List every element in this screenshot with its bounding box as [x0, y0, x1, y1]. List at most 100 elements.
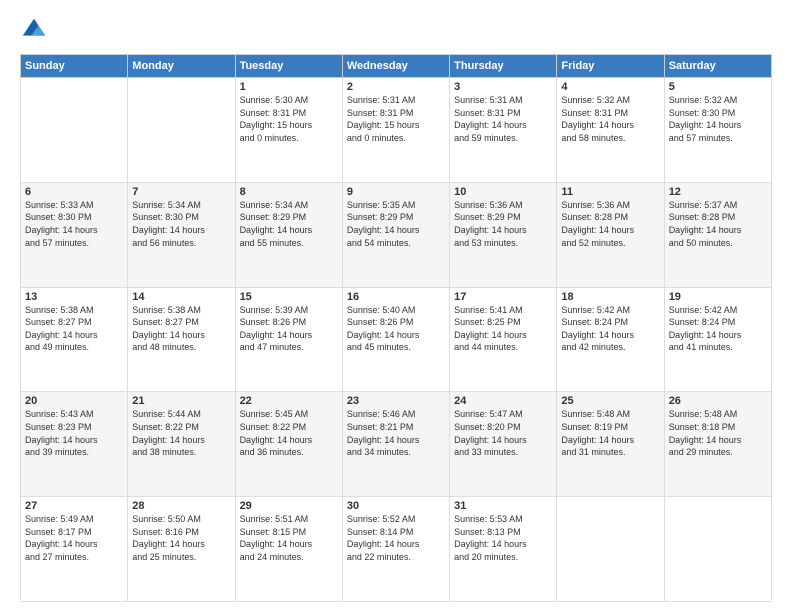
calendar-cell: 8Sunrise: 5:34 AMSunset: 8:29 PMDaylight…	[235, 182, 342, 287]
day-number: 1	[240, 81, 338, 93]
day-info: Sunrise: 5:42 AMSunset: 8:24 PMDaylight:…	[561, 304, 659, 354]
calendar-cell: 14Sunrise: 5:38 AMSunset: 8:27 PMDayligh…	[128, 287, 235, 392]
col-monday: Monday	[128, 55, 235, 78]
day-info: Sunrise: 5:42 AMSunset: 8:24 PMDaylight:…	[669, 304, 767, 354]
calendar-week-row: 6Sunrise: 5:33 AMSunset: 8:30 PMDaylight…	[21, 182, 772, 287]
day-number: 10	[454, 186, 552, 198]
day-number: 15	[240, 291, 338, 303]
day-number: 24	[454, 395, 552, 407]
col-tuesday: Tuesday	[235, 55, 342, 78]
col-thursday: Thursday	[450, 55, 557, 78]
day-number: 16	[347, 291, 445, 303]
col-saturday: Saturday	[664, 55, 771, 78]
day-info: Sunrise: 5:31 AMSunset: 8:31 PMDaylight:…	[347, 94, 445, 144]
calendar-cell: 24Sunrise: 5:47 AMSunset: 8:20 PMDayligh…	[450, 392, 557, 497]
col-friday: Friday	[557, 55, 664, 78]
calendar-cell: 28Sunrise: 5:50 AMSunset: 8:16 PMDayligh…	[128, 497, 235, 602]
calendar-cell: 11Sunrise: 5:36 AMSunset: 8:28 PMDayligh…	[557, 182, 664, 287]
day-number: 4	[561, 81, 659, 93]
day-info: Sunrise: 5:53 AMSunset: 8:13 PMDaylight:…	[454, 513, 552, 563]
calendar-cell: 22Sunrise: 5:45 AMSunset: 8:22 PMDayligh…	[235, 392, 342, 497]
day-info: Sunrise: 5:36 AMSunset: 8:28 PMDaylight:…	[561, 199, 659, 249]
day-info: Sunrise: 5:32 AMSunset: 8:31 PMDaylight:…	[561, 94, 659, 144]
calendar-cell: 29Sunrise: 5:51 AMSunset: 8:15 PMDayligh…	[235, 497, 342, 602]
calendar-cell	[128, 78, 235, 183]
day-info: Sunrise: 5:30 AMSunset: 8:31 PMDaylight:…	[240, 94, 338, 144]
calendar-cell: 30Sunrise: 5:52 AMSunset: 8:14 PMDayligh…	[342, 497, 449, 602]
day-info: Sunrise: 5:47 AMSunset: 8:20 PMDaylight:…	[454, 408, 552, 458]
day-info: Sunrise: 5:41 AMSunset: 8:25 PMDaylight:…	[454, 304, 552, 354]
day-info: Sunrise: 5:46 AMSunset: 8:21 PMDaylight:…	[347, 408, 445, 458]
day-number: 21	[132, 395, 230, 407]
calendar-week-row: 20Sunrise: 5:43 AMSunset: 8:23 PMDayligh…	[21, 392, 772, 497]
day-info: Sunrise: 5:43 AMSunset: 8:23 PMDaylight:…	[25, 408, 123, 458]
day-number: 22	[240, 395, 338, 407]
day-info: Sunrise: 5:36 AMSunset: 8:29 PMDaylight:…	[454, 199, 552, 249]
calendar-cell	[664, 497, 771, 602]
calendar-cell: 19Sunrise: 5:42 AMSunset: 8:24 PMDayligh…	[664, 287, 771, 392]
col-sunday: Sunday	[21, 55, 128, 78]
day-info: Sunrise: 5:33 AMSunset: 8:30 PMDaylight:…	[25, 199, 123, 249]
calendar-header-row: Sunday Monday Tuesday Wednesday Thursday…	[21, 55, 772, 78]
page: Sunday Monday Tuesday Wednesday Thursday…	[0, 0, 792, 612]
day-info: Sunrise: 5:34 AMSunset: 8:30 PMDaylight:…	[132, 199, 230, 249]
day-number: 6	[25, 186, 123, 198]
day-info: Sunrise: 5:38 AMSunset: 8:27 PMDaylight:…	[25, 304, 123, 354]
calendar-cell: 10Sunrise: 5:36 AMSunset: 8:29 PMDayligh…	[450, 182, 557, 287]
day-number: 20	[25, 395, 123, 407]
day-number: 8	[240, 186, 338, 198]
calendar-cell: 27Sunrise: 5:49 AMSunset: 8:17 PMDayligh…	[21, 497, 128, 602]
calendar-cell: 9Sunrise: 5:35 AMSunset: 8:29 PMDaylight…	[342, 182, 449, 287]
day-info: Sunrise: 5:32 AMSunset: 8:30 PMDaylight:…	[669, 94, 767, 144]
day-number: 27	[25, 500, 123, 512]
logo-icon	[20, 16, 48, 44]
day-number: 11	[561, 186, 659, 198]
calendar-cell: 1Sunrise: 5:30 AMSunset: 8:31 PMDaylight…	[235, 78, 342, 183]
col-wednesday: Wednesday	[342, 55, 449, 78]
day-number: 26	[669, 395, 767, 407]
calendar-cell: 5Sunrise: 5:32 AMSunset: 8:30 PMDaylight…	[664, 78, 771, 183]
day-info: Sunrise: 5:45 AMSunset: 8:22 PMDaylight:…	[240, 408, 338, 458]
calendar-table: Sunday Monday Tuesday Wednesday Thursday…	[20, 54, 772, 602]
calendar-week-row: 1Sunrise: 5:30 AMSunset: 8:31 PMDaylight…	[21, 78, 772, 183]
calendar-cell: 2Sunrise: 5:31 AMSunset: 8:31 PMDaylight…	[342, 78, 449, 183]
day-number: 7	[132, 186, 230, 198]
day-number: 9	[347, 186, 445, 198]
calendar-cell: 31Sunrise: 5:53 AMSunset: 8:13 PMDayligh…	[450, 497, 557, 602]
logo	[20, 16, 52, 44]
day-info: Sunrise: 5:44 AMSunset: 8:22 PMDaylight:…	[132, 408, 230, 458]
calendar-body: 1Sunrise: 5:30 AMSunset: 8:31 PMDaylight…	[21, 78, 772, 602]
day-number: 25	[561, 395, 659, 407]
day-info: Sunrise: 5:39 AMSunset: 8:26 PMDaylight:…	[240, 304, 338, 354]
day-info: Sunrise: 5:48 AMSunset: 8:18 PMDaylight:…	[669, 408, 767, 458]
day-info: Sunrise: 5:48 AMSunset: 8:19 PMDaylight:…	[561, 408, 659, 458]
day-info: Sunrise: 5:31 AMSunset: 8:31 PMDaylight:…	[454, 94, 552, 144]
day-info: Sunrise: 5:50 AMSunset: 8:16 PMDaylight:…	[132, 513, 230, 563]
day-info: Sunrise: 5:34 AMSunset: 8:29 PMDaylight:…	[240, 199, 338, 249]
calendar-cell: 7Sunrise: 5:34 AMSunset: 8:30 PMDaylight…	[128, 182, 235, 287]
calendar-cell: 21Sunrise: 5:44 AMSunset: 8:22 PMDayligh…	[128, 392, 235, 497]
calendar-cell: 18Sunrise: 5:42 AMSunset: 8:24 PMDayligh…	[557, 287, 664, 392]
calendar-cell: 3Sunrise: 5:31 AMSunset: 8:31 PMDaylight…	[450, 78, 557, 183]
day-number: 30	[347, 500, 445, 512]
calendar-cell: 25Sunrise: 5:48 AMSunset: 8:19 PMDayligh…	[557, 392, 664, 497]
calendar-cell: 17Sunrise: 5:41 AMSunset: 8:25 PMDayligh…	[450, 287, 557, 392]
calendar-week-row: 13Sunrise: 5:38 AMSunset: 8:27 PMDayligh…	[21, 287, 772, 392]
header	[20, 16, 772, 44]
calendar-cell: 13Sunrise: 5:38 AMSunset: 8:27 PMDayligh…	[21, 287, 128, 392]
calendar-cell: 6Sunrise: 5:33 AMSunset: 8:30 PMDaylight…	[21, 182, 128, 287]
day-number: 5	[669, 81, 767, 93]
calendar-week-row: 27Sunrise: 5:49 AMSunset: 8:17 PMDayligh…	[21, 497, 772, 602]
day-number: 23	[347, 395, 445, 407]
day-info: Sunrise: 5:52 AMSunset: 8:14 PMDaylight:…	[347, 513, 445, 563]
calendar-cell: 15Sunrise: 5:39 AMSunset: 8:26 PMDayligh…	[235, 287, 342, 392]
calendar-cell: 12Sunrise: 5:37 AMSunset: 8:28 PMDayligh…	[664, 182, 771, 287]
day-number: 28	[132, 500, 230, 512]
calendar-cell: 23Sunrise: 5:46 AMSunset: 8:21 PMDayligh…	[342, 392, 449, 497]
day-number: 18	[561, 291, 659, 303]
day-info: Sunrise: 5:51 AMSunset: 8:15 PMDaylight:…	[240, 513, 338, 563]
day-number: 13	[25, 291, 123, 303]
day-info: Sunrise: 5:37 AMSunset: 8:28 PMDaylight:…	[669, 199, 767, 249]
calendar-cell	[557, 497, 664, 602]
day-number: 3	[454, 81, 552, 93]
